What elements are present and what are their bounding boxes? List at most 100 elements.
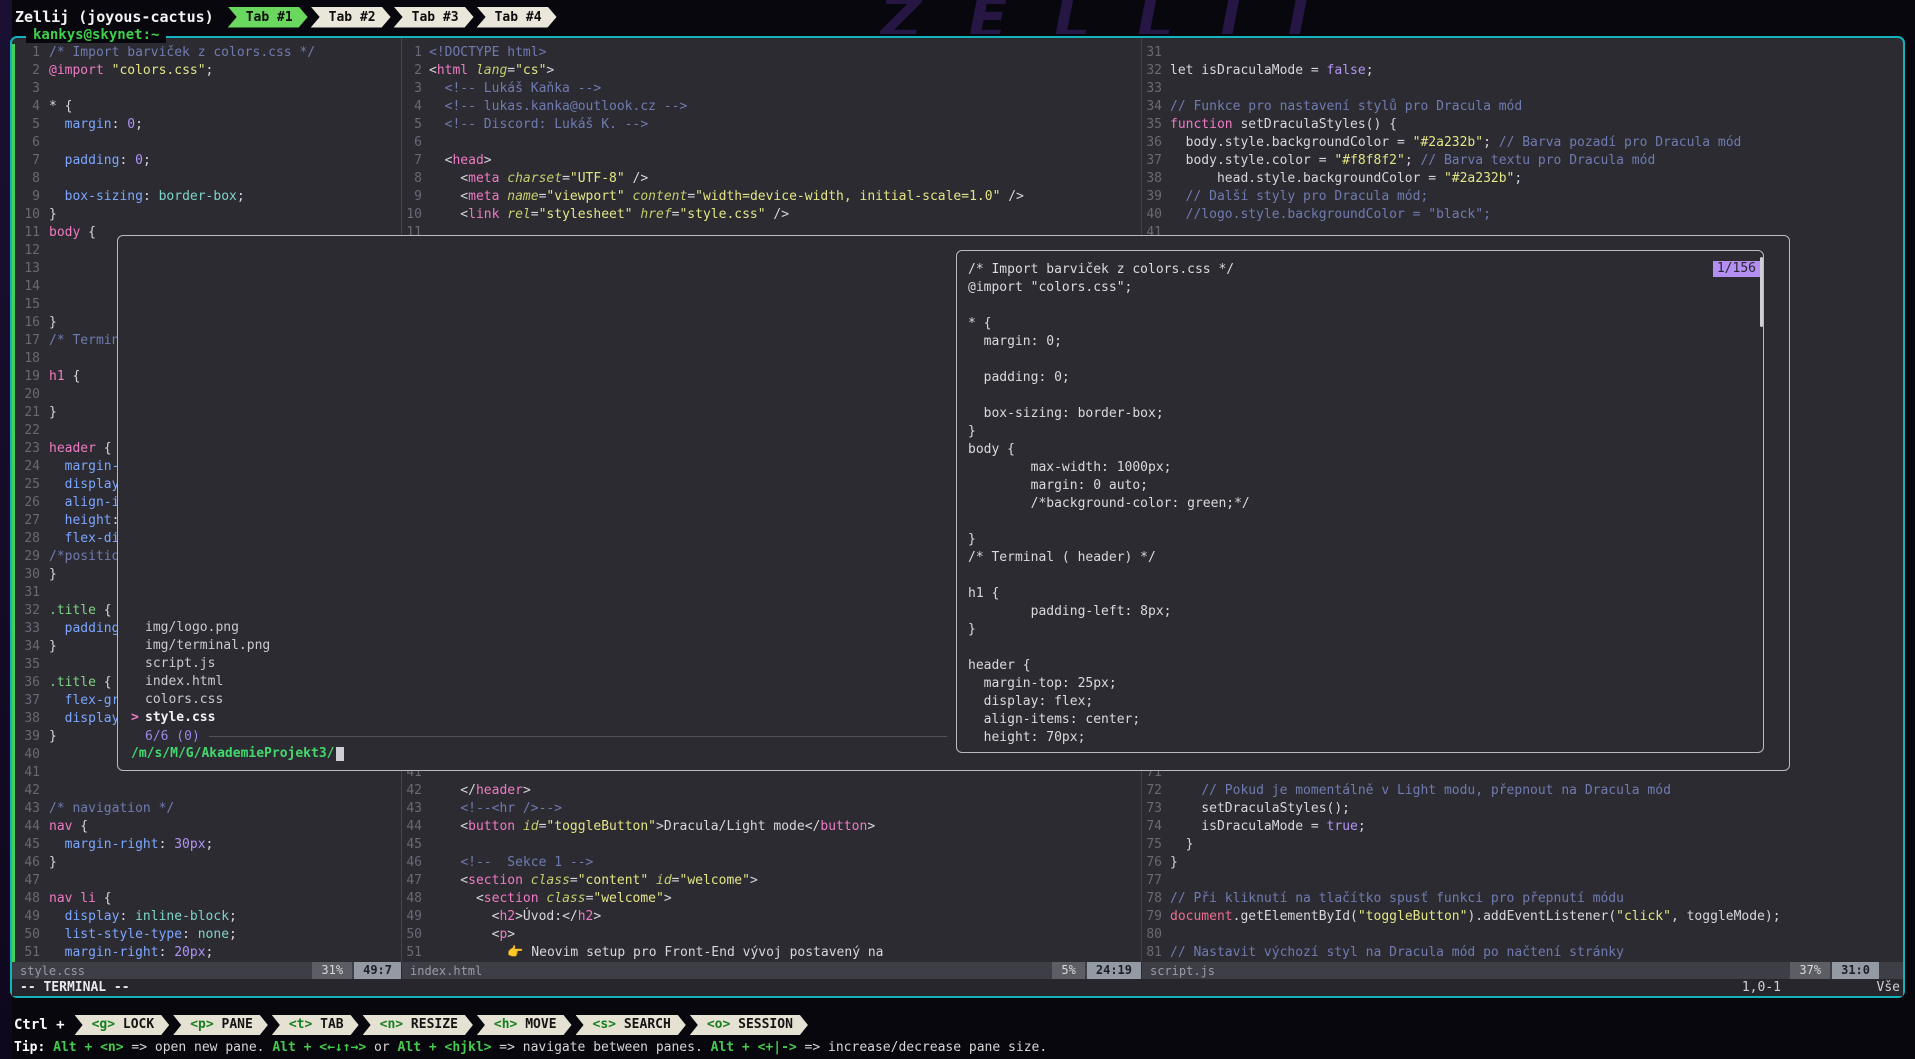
tab-tab-4[interactable]: Tab #4	[477, 7, 557, 28]
code-line: 49 display: inline-block;	[12, 908, 401, 926]
tip-segment: Alt + <n>	[53, 1040, 123, 1055]
hint-key: <n>	[380, 1017, 403, 1032]
code-line: 44nav {	[12, 818, 401, 836]
vim-scroll-indicator: Vše	[1877, 979, 1900, 996]
preview-line: padding-left: 8px;	[968, 603, 1763, 621]
status-filename: script.js	[1142, 964, 1215, 978]
tip-segment: Alt + <+|->	[711, 1040, 797, 1055]
code-line: 38 head.style.backgroundColor = "#2a232b…	[1142, 170, 1903, 188]
tip-segment: Tip:	[14, 1040, 53, 1055]
code-line: 2@import "colors.css";	[12, 62, 401, 80]
code-line: 49 <h2>Úvod:</h2>	[402, 908, 1141, 926]
code-line: 3 <!-- Lukáš Kaňka -->	[402, 80, 1141, 98]
preview-line: body {	[968, 441, 1763, 459]
keybar-hint-move[interactable]: <h> MOVE	[477, 1015, 572, 1035]
picker-item-img-logo-png[interactable]: img/logo.png	[131, 619, 949, 637]
preview-line: /* Terminal ( header) */	[968, 549, 1763, 567]
keybar-hint-resize[interactable]: <n> RESIZE	[363, 1015, 473, 1035]
picker-item-label: style.css	[145, 709, 215, 727]
code-line: 74 isDraculaMode = true;	[1142, 818, 1903, 836]
code-line: 7 padding: 0;	[12, 152, 401, 170]
preview-line: }	[968, 621, 1763, 639]
tip-segment: or	[366, 1040, 397, 1055]
session-name: Zellij (joyous-cactus)	[15, 8, 214, 26]
code-line: 73 setDraculaStyles();	[1142, 800, 1903, 818]
picker-item-label: colors.css	[145, 691, 223, 709]
code-line: 51 margin-right: 20px;	[12, 944, 401, 962]
code-line: 6	[12, 134, 401, 152]
preview-line: align-items: center;	[968, 711, 1763, 729]
keybar-hint-pane[interactable]: <p> PANE	[173, 1015, 268, 1035]
zellij-screen: ZELLIJ Zellij (joyous-cactus) Tab #1Tab …	[0, 0, 1915, 1059]
code-line: 10}	[12, 206, 401, 224]
code-line: 36 body.style.backgroundColor = "#2a232b…	[1142, 134, 1903, 152]
vim-command-line: -- TERMINAL -- 1,0-1 Vše	[12, 979, 1903, 996]
tip-segment: => navigate between panes.	[491, 1040, 710, 1055]
code-line: 47	[12, 872, 401, 890]
tab-tab-3[interactable]: Tab #3	[394, 7, 474, 28]
tab-list: Tab #1Tab #2Tab #3Tab #4	[228, 7, 560, 28]
selection-caret-icon: >	[131, 709, 145, 727]
picker-item-script-js[interactable]: script.js	[131, 655, 949, 673]
code-line: 2<html lang="cs">	[402, 62, 1141, 80]
tab-tab-1[interactable]: Tab #1	[228, 7, 308, 28]
statusline-style-css: style.css 31% 49:7	[12, 962, 401, 979]
code-line: 9 <meta name="viewport" content="width=d…	[402, 188, 1141, 206]
vim-ruler: 1,0-1	[1742, 979, 1781, 996]
counter-separator-line	[209, 736, 947, 737]
picker-item-style-css[interactable]: >style.css	[131, 709, 949, 727]
picker-item-label: img/logo.png	[145, 619, 239, 637]
pane-title: kankys@skynet:~	[26, 27, 166, 43]
code-line: 72 // Pokud je momentálně v Light modu, …	[1142, 782, 1903, 800]
code-line: 81// Nastavit výchozí styl na Dracula mó…	[1142, 944, 1903, 962]
preview-line: /*background-color: green;*/	[968, 495, 1763, 513]
marker-blank	[131, 673, 145, 691]
keybar-hint-lock[interactable]: <g> LOCK	[75, 1015, 170, 1035]
code-line: 48nav li {	[12, 890, 401, 908]
code-line: 46}	[12, 854, 401, 872]
code-line: 39 // Další styly pro Dracula mód;	[1142, 188, 1903, 206]
status-scroll-percent: 31%	[312, 962, 352, 979]
code-line: 51 👉 Neovim setup pro Front-End vývoj po…	[402, 944, 1141, 962]
status-cursor-position: 49:7	[354, 962, 401, 979]
preview-line	[968, 297, 1763, 315]
marker-blank	[131, 655, 145, 673]
preview-line: }	[968, 531, 1763, 549]
status-scroll-percent: 37%	[1790, 962, 1830, 979]
keybar-hint-search[interactable]: <s> SEARCH	[576, 1015, 686, 1035]
tab-tab-2[interactable]: Tab #2	[311, 7, 391, 28]
code-line: 6	[402, 134, 1141, 152]
preview-line	[968, 387, 1763, 405]
hint-key: <h>	[494, 1017, 517, 1032]
block-cursor	[336, 747, 344, 761]
hint-key: <o>	[707, 1017, 730, 1032]
code-line: 44 <button id="toggleButton">Dracula/Lig…	[402, 818, 1141, 836]
file-picker-float[interactable]: img/logo.png img/terminal.png script.js …	[117, 235, 1790, 771]
hint-key: <s>	[593, 1017, 616, 1032]
preview-line	[968, 351, 1763, 369]
code-line: 42	[12, 782, 401, 800]
picker-prompt[interactable]: /m/s/M/G/AkademieProjekt3/	[131, 745, 949, 763]
tab-bar: Zellij (joyous-cactus) Tab #1Tab #2Tab #…	[0, 0, 1915, 34]
code-line: 80	[1142, 926, 1903, 944]
code-line: 32let isDraculaMode = false;	[1142, 62, 1903, 80]
preview-scrollbar-thumb[interactable]	[1760, 257, 1763, 327]
preview-content: /* Import barviček z colors.css */@impor…	[957, 251, 1763, 747]
prompt-path: /m/s/M/G/AkademieProjekt3/	[131, 745, 335, 763]
picker-item-img-terminal-png[interactable]: img/terminal.png	[131, 637, 949, 655]
code-line: 9 box-sizing: border-box;	[12, 188, 401, 206]
hint-key: <p>	[190, 1017, 213, 1032]
zellij-tip-line: Tip: Alt + <n> => open new pane. Alt + <…	[14, 1040, 1047, 1056]
picker-item-index-html[interactable]: index.html	[131, 673, 949, 691]
code-line: 76}	[1142, 854, 1903, 872]
preview-line: margin-top: 25px;	[968, 675, 1763, 693]
hint-key: <t>	[289, 1017, 312, 1032]
tip-segment: => increase/decrease pane size.	[797, 1040, 1047, 1055]
tip-segment: => open new pane.	[124, 1040, 273, 1055]
code-line: 42 </header>	[402, 782, 1141, 800]
keybar-hint-session[interactable]: <o> SESSION	[690, 1015, 808, 1035]
code-line: 4* {	[12, 98, 401, 116]
keybar-hint-tab[interactable]: <t> TAB	[272, 1015, 359, 1035]
marker-blank	[131, 691, 145, 709]
picker-item-colors-css[interactable]: colors.css	[131, 691, 949, 709]
